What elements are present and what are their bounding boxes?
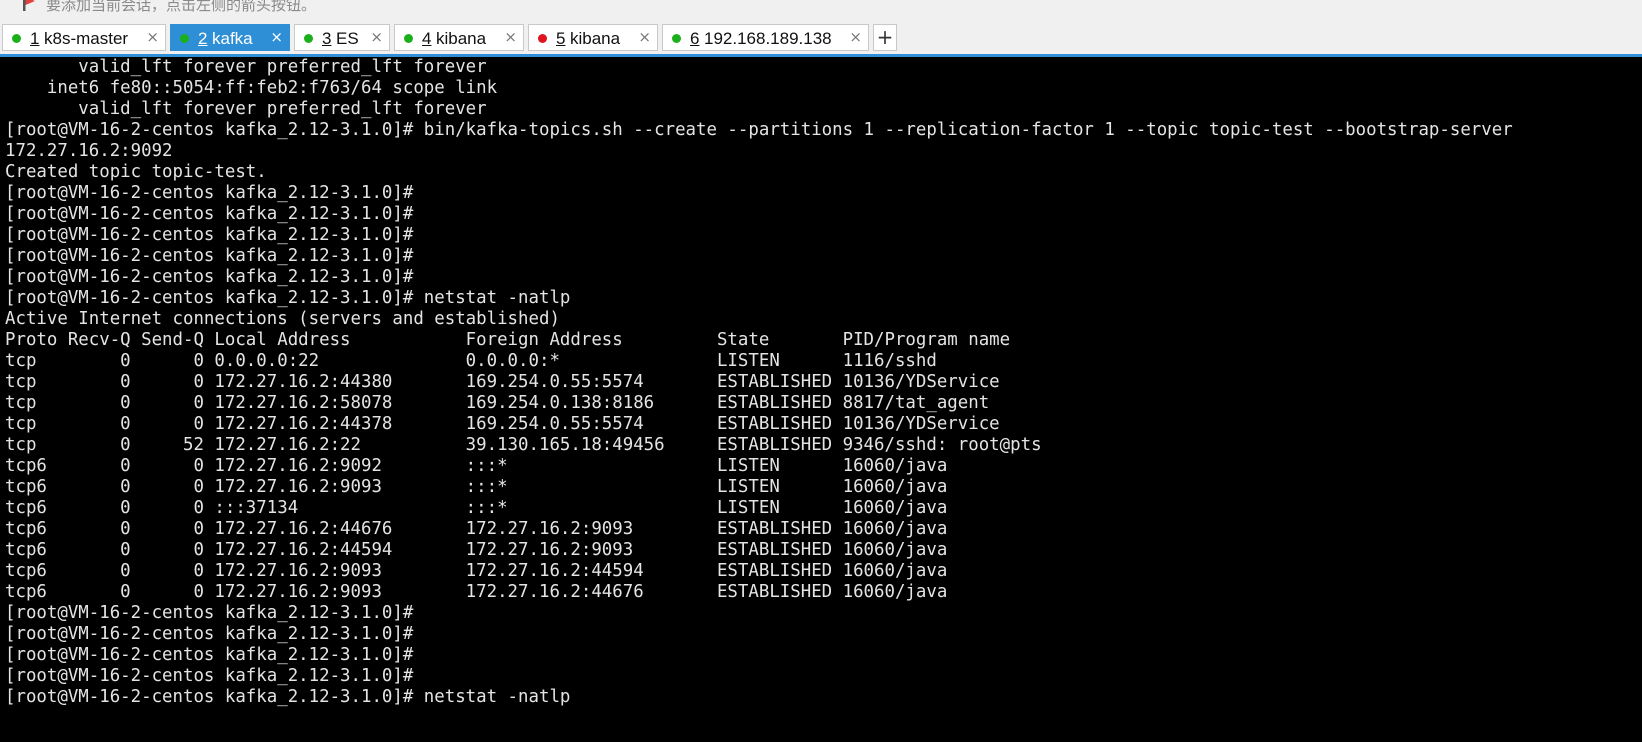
terminal-line: tcp 0 0 0.0.0.0:22 0.0.0.0:* LISTEN 1116… xyxy=(5,351,937,371)
terminal-line: [root@VM-16-2-centos kafka_2.12-3.1.0]# xyxy=(5,666,414,686)
status-dot-icon xyxy=(180,34,189,43)
close-icon[interactable]: × xyxy=(638,28,651,47)
tab-label: ES xyxy=(336,29,359,48)
hint-text: 要添加当前会话，点击左侧的箭头按钮。 xyxy=(46,0,317,14)
status-dot-icon xyxy=(12,34,21,43)
terminal-line: [root@VM-16-2-centos kafka_2.12-3.1.0]# … xyxy=(5,120,1513,140)
terminal-output[interactable]: valid_lft forever preferred_lft forever … xyxy=(5,57,1637,742)
terminal-app-window: 要添加当前会话，点击左侧的箭头按钮。 1 k8s-master × 2 kafk… xyxy=(0,0,1642,742)
tab-kibana-1[interactable]: 4 kibana × xyxy=(394,24,524,51)
terminal-line: tcp6 0 0 172.27.16.2:44676 172.27.16.2:9… xyxy=(5,519,948,539)
terminal-line: inet6 fe80::5054:ff:feb2:f763/64 scope l… xyxy=(5,78,498,98)
tab-number: 5 xyxy=(556,29,566,48)
terminal-line: tcp6 0 0 172.27.16.2:9093 172.27.16.2:44… xyxy=(5,561,948,581)
terminal-line: tcp6 0 0 :::37134 :::* LISTEN 16060/java xyxy=(5,498,948,518)
terminal-line: tcp6 0 0 172.27.16.2:9092 :::* LISTEN 16… xyxy=(5,456,948,476)
terminal-line: Created topic topic-test. xyxy=(5,162,267,182)
tab-k8s-master[interactable]: 1 k8s-master × xyxy=(2,24,166,51)
session-tab-bar: 1 k8s-master × 2 kafka × 3 ES × 4 kibana… xyxy=(0,20,1642,55)
terminal-line: [root@VM-16-2-centos kafka_2.12-3.1.0]# … xyxy=(5,687,571,707)
close-icon[interactable]: × xyxy=(270,28,283,47)
close-icon[interactable]: × xyxy=(849,28,862,47)
tab-es[interactable]: 3 ES × xyxy=(294,24,390,51)
terminal-line: Active Internet connections (servers and… xyxy=(5,309,560,329)
tab-192-168-189-138[interactable]: 6 192.168.189.138 × xyxy=(662,24,869,51)
terminal-line: valid_lft forever preferred_lft forever xyxy=(5,57,487,77)
close-icon[interactable]: × xyxy=(146,28,159,47)
terminal-line: tcp6 0 0 172.27.16.2:9093 :::* LISTEN 16… xyxy=(5,477,948,497)
close-icon[interactable]: × xyxy=(504,28,517,47)
terminal-line: [root@VM-16-2-centos kafka_2.12-3.1.0]# xyxy=(5,645,414,665)
tab-label: k8s-master xyxy=(44,29,129,48)
terminal-line: tcp6 0 0 172.27.16.2:44594 172.27.16.2:9… xyxy=(5,540,948,560)
terminal-line: tcp 0 52 172.27.16.2:22 39.130.165.18:49… xyxy=(5,435,1042,455)
terminal-line: [root@VM-16-2-centos kafka_2.12-3.1.0]# xyxy=(5,204,414,224)
terminal-line: tcp 0 0 172.27.16.2:44380 169.254.0.55:5… xyxy=(5,372,1000,392)
status-dot-icon xyxy=(404,34,413,43)
close-icon[interactable]: × xyxy=(370,28,383,47)
terminal-line: valid_lft forever preferred_lft forever xyxy=(5,99,487,119)
status-dot-icon xyxy=(672,34,681,43)
status-dot-icon xyxy=(304,34,313,43)
terminal-line: [root@VM-16-2-centos kafka_2.12-3.1.0]# xyxy=(5,267,414,287)
terminal-line: [root@VM-16-2-centos kafka_2.12-3.1.0]# xyxy=(5,603,414,623)
terminal-line: tcp 0 0 172.27.16.2:58078 169.254.0.138:… xyxy=(5,393,990,413)
tab-number: 3 xyxy=(322,29,332,48)
session-hint-bar: 要添加当前会话，点击左侧的箭头按钮。 xyxy=(0,0,1642,20)
terminal-line: [root@VM-16-2-centos kafka_2.12-3.1.0]# xyxy=(5,225,414,245)
terminal-line: tcp6 0 0 172.27.16.2:9093 172.27.16.2:44… xyxy=(5,582,948,602)
tab-label: kibana xyxy=(436,29,487,48)
tab-number: 6 xyxy=(690,29,700,48)
arrow-flag-icon[interactable] xyxy=(22,0,36,11)
tab-number: 2 xyxy=(198,29,208,48)
terminal-line: 172.27.16.2:9092 xyxy=(5,141,173,161)
terminal-line: [root@VM-16-2-centos kafka_2.12-3.1.0]# xyxy=(5,183,414,203)
tab-label: kafka xyxy=(212,29,253,48)
tab-label: kibana xyxy=(570,29,621,48)
terminal-line: [root@VM-16-2-centos kafka_2.12-3.1.0]# … xyxy=(5,288,571,308)
terminal-line: [root@VM-16-2-centos kafka_2.12-3.1.0]# xyxy=(5,624,414,644)
status-dot-icon xyxy=(538,34,547,43)
terminal-line: Proto Recv-Q Send-Q Local Address Foreig… xyxy=(5,330,1011,350)
terminal-line: tcp 0 0 172.27.16.2:44378 169.254.0.55:5… xyxy=(5,414,1000,434)
tab-kafka[interactable]: 2 kafka × xyxy=(170,24,290,51)
add-tab-button[interactable]: + xyxy=(873,24,897,51)
tab-number: 1 xyxy=(30,29,40,48)
tab-kibana-2[interactable]: 5 kibana × xyxy=(528,24,658,51)
tab-number: 4 xyxy=(422,29,432,48)
tab-label: 192.168.189.138 xyxy=(704,29,832,48)
terminal-line: [root@VM-16-2-centos kafka_2.12-3.1.0]# xyxy=(5,246,414,266)
